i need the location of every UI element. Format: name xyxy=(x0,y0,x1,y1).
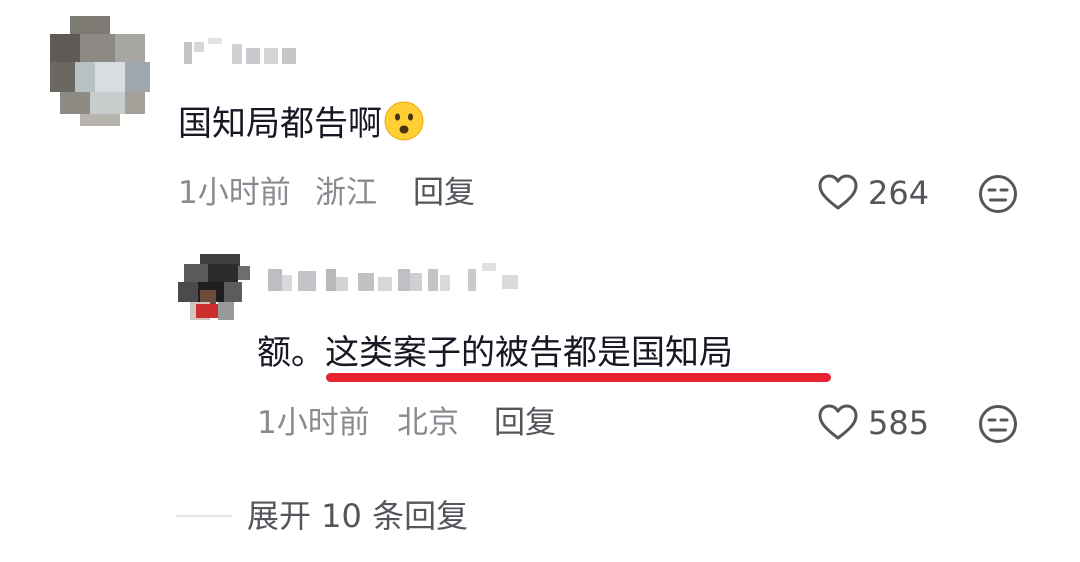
heart-outline-icon[interactable] xyxy=(818,404,858,446)
reply-text: 额。这类案子的被告都是国知局 xyxy=(257,331,733,375)
meh-face-icon[interactable] xyxy=(978,404,1018,448)
red-underline-highlight xyxy=(326,373,831,382)
commenter-avatar[interactable] xyxy=(50,16,150,126)
comment-body: 国知局都告啊 xyxy=(178,104,382,144)
expand-replies-button[interactable]: 展开 10 条回复 xyxy=(247,495,468,537)
meh-face-icon[interactable] xyxy=(978,174,1018,218)
comment-time: 1小时前 xyxy=(178,175,291,211)
heart-outline-icon[interactable] xyxy=(818,174,858,216)
replier-username[interactable] xyxy=(268,263,543,295)
reply-reply-button[interactable]: 回复 xyxy=(494,403,556,443)
commenter-username[interactable] xyxy=(184,38,309,68)
reply-time: 1小时前 xyxy=(257,405,370,441)
frowning-face-emoji-icon xyxy=(384,101,424,141)
reply-like-count: 585 xyxy=(868,404,930,442)
comment-text: 国知局都告啊 xyxy=(178,101,424,146)
replier-avatar[interactable] xyxy=(178,254,250,320)
reply-highlighted-text: 这类案子的被告都是国知局 xyxy=(325,333,733,373)
expand-divider xyxy=(176,515,232,517)
reply-location: 北京 xyxy=(397,405,459,441)
comment-like-count: 264 xyxy=(868,174,930,212)
comment-location: 浙江 xyxy=(315,175,377,211)
comment-reply-button[interactable]: 回复 xyxy=(413,173,475,213)
reply-prefix: 额。 xyxy=(257,333,325,373)
